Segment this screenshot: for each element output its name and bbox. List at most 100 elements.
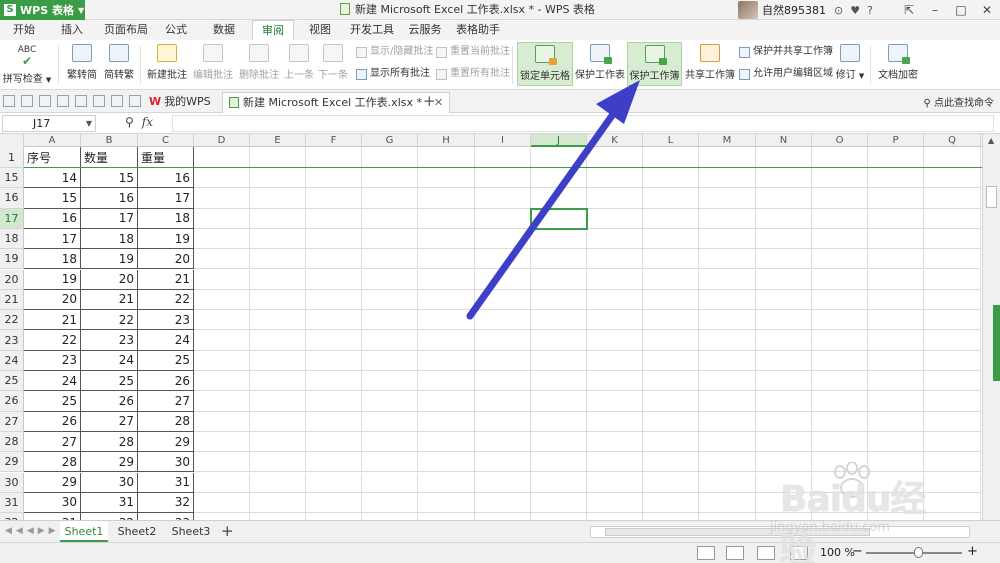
cell[interactable]: 27 [24, 431, 81, 453]
cell[interactable] [699, 411, 756, 432]
cell[interactable] [699, 492, 756, 514]
row-header[interactable]: 1 [0, 147, 24, 168]
cell[interactable] [531, 391, 587, 412]
cell[interactable] [475, 431, 531, 453]
cell[interactable] [587, 188, 643, 209]
row-header[interactable]: 18 [0, 228, 24, 250]
cell[interactable] [418, 188, 475, 209]
cell[interactable]: 27 [138, 391, 194, 412]
cell[interactable] [868, 411, 924, 432]
print-preview-icon[interactable] [75, 95, 87, 107]
track-changes-button[interactable]: 修订 ▼ [834, 42, 866, 86]
cell[interactable] [306, 249, 362, 270]
cell[interactable] [250, 330, 306, 351]
row-header[interactable]: 16 [0, 188, 24, 209]
cell[interactable] [699, 452, 756, 473]
cell[interactable]: 29 [138, 431, 194, 453]
cell[interactable] [475, 492, 531, 514]
show-all-comments-button[interactable]: 显示所有批注 [356, 66, 430, 82]
cell[interactable] [699, 249, 756, 270]
cell[interactable] [475, 147, 531, 168]
cell[interactable] [531, 188, 587, 209]
help-icon[interactable]: ? [867, 4, 873, 17]
cell[interactable] [475, 208, 531, 229]
cell[interactable] [531, 289, 587, 311]
cell[interactable]: 21 [81, 289, 138, 311]
cell[interactable]: 25 [81, 371, 138, 392]
formula-input[interactable] [172, 115, 994, 132]
cell[interactable] [194, 310, 250, 331]
tab-review[interactable]: 审阅 [252, 20, 294, 40]
maximize-icon[interactable]: □ [948, 0, 974, 20]
cell[interactable] [250, 228, 306, 250]
cell[interactable] [250, 310, 306, 331]
cell[interactable] [306, 147, 362, 168]
cell[interactable] [531, 228, 587, 250]
cell[interactable] [418, 269, 475, 290]
column-header-m[interactable]: M [699, 134, 756, 147]
cell[interactable] [699, 371, 756, 392]
cell[interactable] [194, 147, 250, 168]
open-icon[interactable] [3, 95, 15, 107]
fx-icon[interactable]: fx [142, 115, 153, 129]
cell[interactable] [868, 168, 924, 189]
find-command-box[interactable]: ⚲ 点此查找命令 [923, 94, 994, 109]
pin-icon[interactable]: ⇱ [896, 0, 922, 20]
cell[interactable] [194, 188, 250, 209]
cell[interactable] [362, 208, 418, 229]
cell[interactable] [362, 452, 418, 473]
cell[interactable] [643, 472, 699, 493]
row-header[interactable]: 19 [0, 249, 24, 270]
cell[interactable]: 序号 [24, 147, 81, 168]
row-header[interactable]: 26 [0, 391, 24, 412]
cell[interactable]: 32 [81, 513, 138, 520]
tab-insert[interactable]: 插入 [52, 20, 92, 40]
cell[interactable] [194, 269, 250, 290]
column-header-h[interactable]: H [418, 134, 475, 147]
cell[interactable] [868, 269, 924, 290]
export-pdf-icon[interactable] [39, 95, 51, 107]
column-header-j[interactable]: J [531, 134, 587, 147]
cell[interactable]: 26 [24, 411, 81, 432]
user-area[interactable]: 自然895381 ⊙ ♥ ? [738, 0, 873, 20]
active-cell-selection[interactable] [530, 207, 588, 230]
select-all-corner[interactable] [0, 134, 24, 147]
row-header[interactable]: 21 [0, 289, 24, 311]
cell[interactable]: 19 [138, 228, 194, 250]
sheet-tab-3[interactable]: Sheet3 [166, 521, 216, 542]
cell[interactable]: 16 [138, 168, 194, 189]
cell[interactable] [418, 391, 475, 412]
cell[interactable] [756, 289, 812, 311]
cell[interactable] [250, 350, 306, 371]
cell[interactable] [868, 289, 924, 311]
cell[interactable] [306, 310, 362, 331]
cell[interactable] [756, 188, 812, 209]
cell[interactable] [250, 208, 306, 229]
cell[interactable] [756, 228, 812, 250]
cell[interactable] [699, 350, 756, 371]
tab-developer[interactable]: 开发工具 [346, 20, 398, 40]
cell[interactable] [194, 513, 250, 520]
cell[interactable]: 20 [138, 249, 194, 270]
tab-table-assistant[interactable]: 表格助手 [452, 20, 504, 40]
row-header[interactable]: 24 [0, 350, 24, 371]
cell[interactable] [306, 350, 362, 371]
cell[interactable] [756, 310, 812, 331]
cell[interactable] [587, 431, 643, 453]
cell[interactable] [418, 147, 475, 168]
cell[interactable] [475, 168, 531, 189]
close-icon[interactable]: ✕ [974, 0, 1000, 20]
cell[interactable] [699, 269, 756, 290]
cell[interactable] [194, 330, 250, 351]
cell[interactable] [418, 350, 475, 371]
cell[interactable]: 16 [24, 208, 81, 229]
cell[interactable] [812, 310, 868, 331]
cell[interactable] [250, 249, 306, 270]
cell[interactable] [475, 269, 531, 290]
cell[interactable] [531, 431, 587, 453]
cell[interactable] [812, 289, 868, 311]
cell[interactable] [250, 411, 306, 432]
minimize-icon[interactable]: – [922, 0, 948, 20]
cell[interactable]: 14 [24, 168, 81, 189]
cell[interactable] [531, 411, 587, 432]
